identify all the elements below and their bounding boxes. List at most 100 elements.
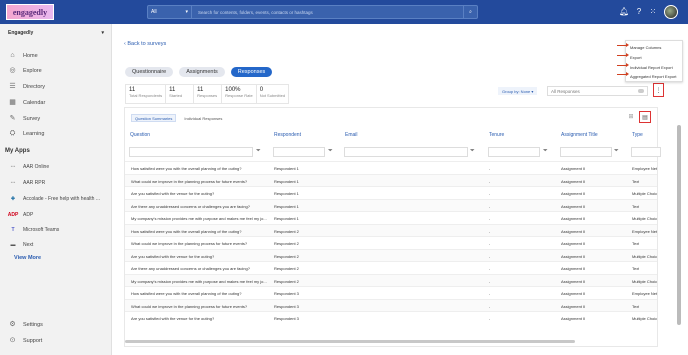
menu-item-aggregated-report-export[interactable]: Aggregated Report Export xyxy=(630,74,676,79)
menu-item-export[interactable]: Export xyxy=(630,55,642,60)
table-row[interactable]: What could we improve in the planning pr… xyxy=(125,298,657,311)
sidebar-item-directory[interactable]: ☰ Directory xyxy=(8,82,45,91)
caret-down-icon: ▾ xyxy=(101,30,104,36)
avatar[interactable] xyxy=(664,5,678,19)
table-cell: Employee Net P xyxy=(632,291,657,296)
table-cell: What could we improve in the planning pr… xyxy=(131,303,248,309)
group-by-select[interactable]: Group by: None ▾ xyxy=(498,87,538,95)
table-cell: My company's mission provides me with pu… xyxy=(131,216,267,221)
menu-item-individual-report-export[interactable]: Individual Report Export xyxy=(630,65,673,70)
search-icon[interactable]: ⌕ xyxy=(463,6,477,18)
column-header-respondent[interactable]: Respondent xyxy=(274,132,301,138)
table-row[interactable]: Are there any unaddressed concerns or ch… xyxy=(125,261,657,274)
grid-view-icon[interactable]: ⊞ xyxy=(627,113,635,121)
gear-icon: ⚙ xyxy=(9,321,16,328)
table-cell: Assignment II xyxy=(561,241,586,246)
tenure-filter-input[interactable] xyxy=(488,147,540,157)
table-row[interactable]: What could we improve in the planning pr… xyxy=(125,173,657,186)
annotation-arrow xyxy=(617,72,629,76)
sidebar-item-explore[interactable]: ◎ Explore xyxy=(8,66,41,75)
filter-icon[interactable]: ⏷ xyxy=(470,148,475,155)
table-cell: - xyxy=(489,303,491,309)
stat-not-submitted: 0 Not Submitted xyxy=(259,87,286,98)
sidebar-item-settings[interactable]: ⚙ Settings xyxy=(8,320,43,329)
table-row[interactable]: How satisfied were you with the overall … xyxy=(125,286,657,299)
app-microsoft-teams[interactable]: T Microsoft Teams xyxy=(8,226,59,234)
column-header-email[interactable]: Email xyxy=(345,132,358,138)
table-cell: Assignment II xyxy=(561,178,586,184)
column-header-type[interactable]: Type xyxy=(632,132,643,138)
toggle-switch[interactable] xyxy=(638,89,644,93)
table-cell: Respondent 1 xyxy=(274,166,299,171)
table-cell: Multiple Choice xyxy=(632,278,657,284)
sidebar-item-learning[interactable]: ⛭ Learning xyxy=(8,129,45,138)
table-cell: - xyxy=(489,178,491,184)
home-icon: ⌂ xyxy=(10,52,15,59)
sidebar-item-support[interactable]: ⊙ Support xyxy=(8,336,43,345)
app-adp[interactable]: ADP ADP xyxy=(8,211,34,219)
tab-questionnaire[interactable]: Questionnaire xyxy=(125,67,174,77)
table-cell: Assignment II xyxy=(561,316,586,321)
app-aar-online[interactable]: ⋯ AAR Online xyxy=(8,163,50,171)
table-cell: Assignment II xyxy=(561,228,586,234)
assignment-filter-input[interactable] xyxy=(560,147,612,157)
org-switcher[interactable]: Engagedly ▾ xyxy=(8,30,104,36)
table-cell: - xyxy=(489,203,491,209)
view-subtabs: Question Summaries Individual Responses xyxy=(131,114,225,122)
respondent-filter-input[interactable] xyxy=(273,147,325,157)
app-next[interactable]: ▬ Next xyxy=(8,241,34,249)
filter-icon[interactable]: ⏷ xyxy=(328,148,333,155)
engagedly-logo[interactable]: engagedly xyxy=(6,4,54,20)
table-row[interactable]: My company's mission provides me with pu… xyxy=(125,211,657,224)
column-header-tenure[interactable]: Tenure xyxy=(489,132,504,138)
table-row[interactable]: Are there any unaddressed concerns or ch… xyxy=(125,198,657,211)
sidebar-item-calendar[interactable]: ▦ Calendar xyxy=(8,98,45,107)
table-row[interactable]: Are you satisfied with the venue for the… xyxy=(125,186,657,199)
table-icon: ▤ xyxy=(642,114,648,121)
sidebar-item-survey[interactable]: ✎ Survey xyxy=(8,114,41,123)
responses-filter-select[interactable]: All Responses xyxy=(547,86,648,96)
vertical-scrollbar[interactable] xyxy=(677,125,681,325)
table-cell: Multiple Choice xyxy=(632,191,657,196)
table-cell: Assignment II xyxy=(561,253,586,259)
bell-icon[interactable]: 🔔︎ xyxy=(619,7,629,17)
filter-icon[interactable]: ⏷ xyxy=(614,148,619,155)
tab-assignments[interactable]: Assignments xyxy=(179,67,225,77)
table-row[interactable]: How satisfied were you with the overall … xyxy=(125,223,657,236)
search-scope-select[interactable]: All ▾ xyxy=(148,6,192,18)
search-input[interactable]: Search for contents, folders, events, co… xyxy=(192,10,463,15)
table-view-button[interactable]: ▤ xyxy=(639,111,651,123)
email-filter-input[interactable] xyxy=(344,147,468,157)
horizontal-scrollbar[interactable] xyxy=(125,340,575,343)
filter-icon[interactable]: ⏷ xyxy=(256,148,261,155)
column-header-assignment-title[interactable]: Assignment Title xyxy=(561,132,598,138)
table-cell: Text xyxy=(632,266,640,271)
column-header-question[interactable]: Question xyxy=(130,132,150,138)
apps-grid-icon[interactable]: ⁙ xyxy=(648,7,658,17)
tab-individual-responses[interactable]: Individual Responses xyxy=(181,114,225,122)
table-row[interactable]: Are you satisfied with the venue for the… xyxy=(125,248,657,261)
menu-item-manage-columns[interactable]: Manage Columns xyxy=(630,45,661,50)
tab-responses[interactable]: Responses xyxy=(230,67,273,77)
back-to-surveys-link[interactable]: ‹ Back to surveys xyxy=(124,41,166,47)
help-icon[interactable]: ? xyxy=(634,7,644,17)
table-cell: Multiple Choice xyxy=(632,253,657,259)
app-accolade[interactable]: ✚ Accolade - Free help with health ... xyxy=(8,195,100,203)
view-more-link[interactable]: View More xyxy=(14,255,41,261)
table-row[interactable]: My company's mission provides me with pu… xyxy=(125,273,657,286)
annotation-arrow xyxy=(617,53,629,57)
tab-question-summaries[interactable]: Question Summaries xyxy=(131,114,177,122)
table-cell: How satisfied were you with the overall … xyxy=(131,291,242,296)
type-filter-input[interactable] xyxy=(631,147,661,157)
table-row[interactable]: How satisfied were you with the overall … xyxy=(125,161,657,174)
question-filter-input[interactable] xyxy=(129,147,253,157)
more-options-button[interactable]: ⋮ xyxy=(653,83,664,97)
table-cell: Respondent 2 xyxy=(274,266,299,271)
filter-icon[interactable]: ⏷ xyxy=(543,148,548,155)
table-cell: Assignment II xyxy=(561,266,586,271)
table-row[interactable]: Are you satisfied with the venue for the… xyxy=(125,311,657,324)
app-aar-rpr[interactable]: ⋯ AAR RPR xyxy=(8,179,46,187)
sidebar-item-home[interactable]: ⌂ Home xyxy=(8,51,37,60)
survey-icon: ✎ xyxy=(9,115,16,122)
table-row[interactable]: What could we improve in the planning pr… xyxy=(125,236,657,249)
